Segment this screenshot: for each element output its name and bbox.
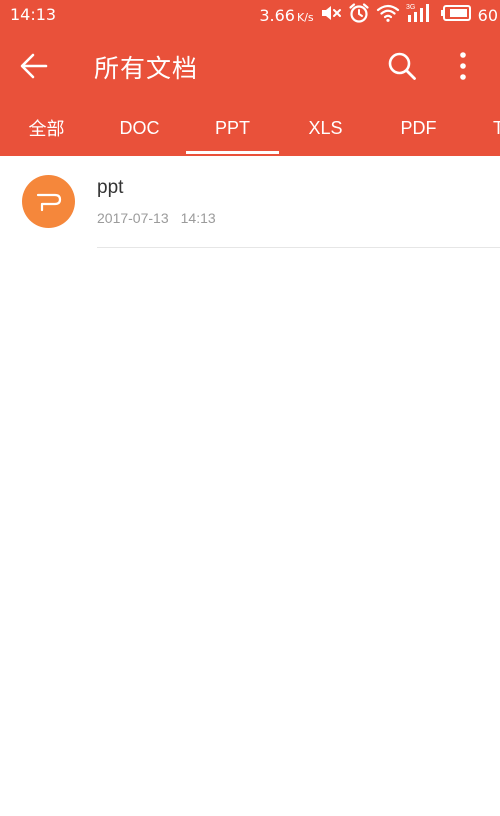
screen: 14:13 3.66 K/s 3G 60 所有文档 全部 DOC PPT XLS… (0, 0, 500, 816)
search-button[interactable] (382, 47, 422, 85)
svg-text:3G: 3G (406, 4, 415, 11)
tab-label: XLS (308, 117, 343, 138)
file-meta: 2017-07-13 14:13 (97, 210, 216, 226)
app-bar: 14:13 3.66 K/s 3G 60 所有文档 全部 DOC PPT XLS… (0, 0, 500, 156)
back-arrow-icon (20, 53, 48, 79)
divider (97, 247, 500, 248)
battery-level: 60 (477, 5, 498, 25)
page-title: 所有文档 (94, 54, 199, 83)
wifi-icon (376, 3, 400, 27)
network-speed-value: 3.66 (259, 5, 295, 25)
tab-label: 全部 (28, 119, 65, 139)
search-icon (388, 52, 416, 80)
alarm-icon (348, 2, 370, 28)
selected-tab-indicator (186, 151, 279, 154)
status-icons: 3.66 K/s 3G 60 (259, 3, 500, 27)
battery-icon (440, 4, 472, 26)
list-item[interactable]: ppt 2017-07-13 14:13 (0, 156, 500, 248)
file-list: ppt 2017-07-13 14:13 (0, 156, 500, 248)
network-speed: 3.66 K/s (259, 6, 313, 25)
file-type-tabs: 全部 DOC PPT XLS PDF T (0, 102, 500, 156)
tab-label: T (493, 117, 500, 138)
file-name: ppt (97, 177, 124, 198)
signal-3g-icon: 3G (406, 2, 434, 28)
back-button[interactable] (14, 48, 54, 84)
tab-label: DOC (119, 117, 160, 138)
status-bar: 14:13 3.66 K/s 3G 60 (0, 0, 500, 30)
tab-label: PDF (400, 117, 437, 138)
more-vertical-icon (460, 52, 466, 80)
network-speed-unit: K/s (296, 10, 314, 24)
ppt-file-icon (22, 175, 75, 228)
more-options-button[interactable] (448, 47, 478, 85)
tab-ppt[interactable]: PPT (186, 102, 279, 156)
tab-doc[interactable]: DOC (93, 102, 186, 156)
file-time: 14:13 (180, 210, 216, 226)
toolbar: 所有文档 (0, 30, 500, 100)
status-time: 14:13 (10, 5, 57, 24)
tab-label: PPT (214, 117, 250, 138)
file-date: 2017-07-13 (97, 210, 169, 226)
mute-icon (320, 3, 342, 27)
tab-xls[interactable]: XLS (279, 102, 372, 156)
tab-all[interactable]: 全部 (0, 102, 93, 156)
tab-txt[interactable]: T (451, 102, 500, 156)
